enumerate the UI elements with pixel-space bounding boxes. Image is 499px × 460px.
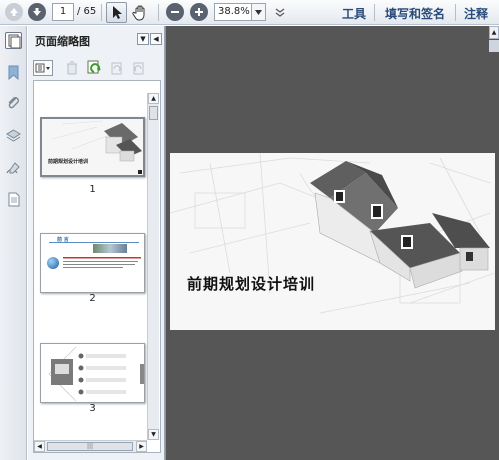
fill-sign-menu-link[interactable]: 填写和签名	[385, 5, 445, 22]
thumbnail-page-number: 3	[89, 403, 96, 414]
triangle-left-icon: ◀	[153, 35, 159, 43]
layers-icon	[6, 129, 21, 142]
scroll-right-button[interactable]: ▶	[136, 441, 147, 452]
thumbnail-page-1[interactable]: 前期规划设计培训	[40, 117, 145, 177]
thumbnail-slide-image	[42, 119, 143, 175]
triangle-right-icon: ▶	[139, 443, 144, 450]
arrow-down-icon	[33, 8, 41, 16]
undo-icon	[111, 62, 122, 75]
cursor-arrow-icon	[113, 6, 122, 19]
signature-pen-icon	[6, 162, 20, 174]
thumbnail-resize-handle[interactable]	[138, 170, 142, 174]
thumbnail-page-number: 1	[89, 184, 96, 195]
toolbar-divider	[374, 4, 375, 21]
triangle-down-icon: ▼	[151, 431, 156, 438]
thumbnail-divider	[49, 242, 139, 243]
panel-options-button[interactable]: ▼	[137, 33, 149, 45]
collapse-panel-button[interactable]: ◀	[150, 33, 162, 45]
zoom-out-button[interactable]	[166, 3, 184, 21]
document-properties-button[interactable]	[5, 191, 22, 208]
zoom-input[interactable]: 38.8%	[214, 3, 252, 21]
panel-title: 页面缩略图	[35, 35, 90, 48]
thumbnail-slide-image	[41, 344, 144, 402]
scroll-thumb[interactable]	[149, 106, 158, 120]
rotate-page-button[interactable]	[86, 59, 102, 76]
layers-button[interactable]	[5, 127, 22, 144]
split-view-handle[interactable]	[489, 40, 499, 52]
chevron-down-icon	[255, 9, 262, 15]
thumbnail-toolbar	[30, 57, 164, 79]
double-chevron-down-icon	[275, 8, 285, 17]
next-page-button[interactable]	[28, 3, 46, 21]
plus-icon	[195, 8, 203, 16]
delete-page-button[interactable]	[65, 60, 79, 76]
bookmark-icon	[8, 65, 19, 81]
toolbar-divider	[158, 4, 159, 21]
toolbar-divider	[101, 4, 102, 21]
minus-icon	[171, 11, 179, 13]
zoom-dropdown-button[interactable]	[252, 3, 266, 21]
zoom-in-button[interactable]	[190, 3, 208, 21]
thumbnail-text-lines	[63, 257, 141, 268]
hand-tool-button[interactable]	[131, 3, 150, 22]
pages-icon	[8, 34, 21, 49]
scroll-up-button[interactable]: ▲	[148, 93, 159, 104]
main-toolbar: 1 / 65 38.8% 工具 填写和签名 注释	[0, 0, 499, 25]
pdf-page	[170, 153, 495, 330]
document-icon	[8, 192, 20, 207]
scroll-left-button[interactable]: ◀	[34, 441, 45, 452]
triangle-left-icon: ◀	[37, 443, 42, 450]
thumbnail-horizontal-scrollbar[interactable]: ◀ ||| ▶	[34, 440, 147, 452]
navigation-strip	[0, 26, 27, 460]
attachments-button[interactable]	[5, 94, 22, 111]
thumbnail-photo-strip	[93, 244, 127, 253]
triangle-up-icon: ▲	[151, 95, 156, 102]
trash-icon	[67, 61, 77, 75]
tools-menu-link[interactable]: 工具	[342, 5, 366, 22]
bookmarks-button[interactable]	[5, 64, 22, 81]
page-number-input[interactable]: 1	[52, 3, 74, 21]
doc-scroll-up-button[interactable]: ▲	[489, 26, 499, 39]
list-menu-icon	[35, 63, 50, 73]
redo-button[interactable]	[132, 60, 146, 76]
previous-page-button[interactable]	[5, 3, 23, 21]
toolbar-divider	[455, 4, 456, 21]
page-total-label: / 65	[77, 6, 97, 17]
scroll-down-button[interactable]: ▼	[148, 429, 159, 440]
thumbnail-options-button[interactable]	[33, 60, 53, 76]
more-tools-button[interactable]	[275, 5, 285, 19]
hand-icon	[132, 5, 145, 21]
select-tool-button[interactable]	[106, 2, 127, 23]
page-rotate-icon	[87, 60, 101, 74]
arrow-up-icon	[10, 8, 18, 16]
thumbnail-page-number: 2	[89, 293, 96, 304]
undo-button[interactable]	[110, 60, 124, 76]
thumbnail-slide-title: 前期规划设计培训	[48, 159, 89, 165]
slide-title: 前期规划设计培训	[187, 275, 316, 293]
redo-icon	[133, 62, 144, 75]
triangle-down-icon: ▼	[140, 35, 146, 43]
globe-icon	[47, 257, 59, 269]
thumbnail-page-2[interactable]: 前 言	[40, 233, 145, 293]
thumbnail-list[interactable]: 前期规划设计培训 1 前 言 2 3	[33, 80, 161, 453]
thumbnail-page-3[interactable]	[40, 343, 145, 403]
paperclip-icon	[8, 97, 19, 109]
slide-cover-image	[170, 153, 495, 330]
signatures-button[interactable]	[5, 160, 22, 177]
triangle-up-icon: ▲	[491, 29, 497, 36]
page-thumbnails-button[interactable]	[5, 32, 22, 49]
comment-menu-link[interactable]: 注释	[464, 5, 488, 22]
thumbnail-vertical-scrollbar[interactable]: ▲ ▼	[147, 93, 159, 440]
horizontal-scroll-thumb[interactable]: |||	[47, 442, 133, 451]
